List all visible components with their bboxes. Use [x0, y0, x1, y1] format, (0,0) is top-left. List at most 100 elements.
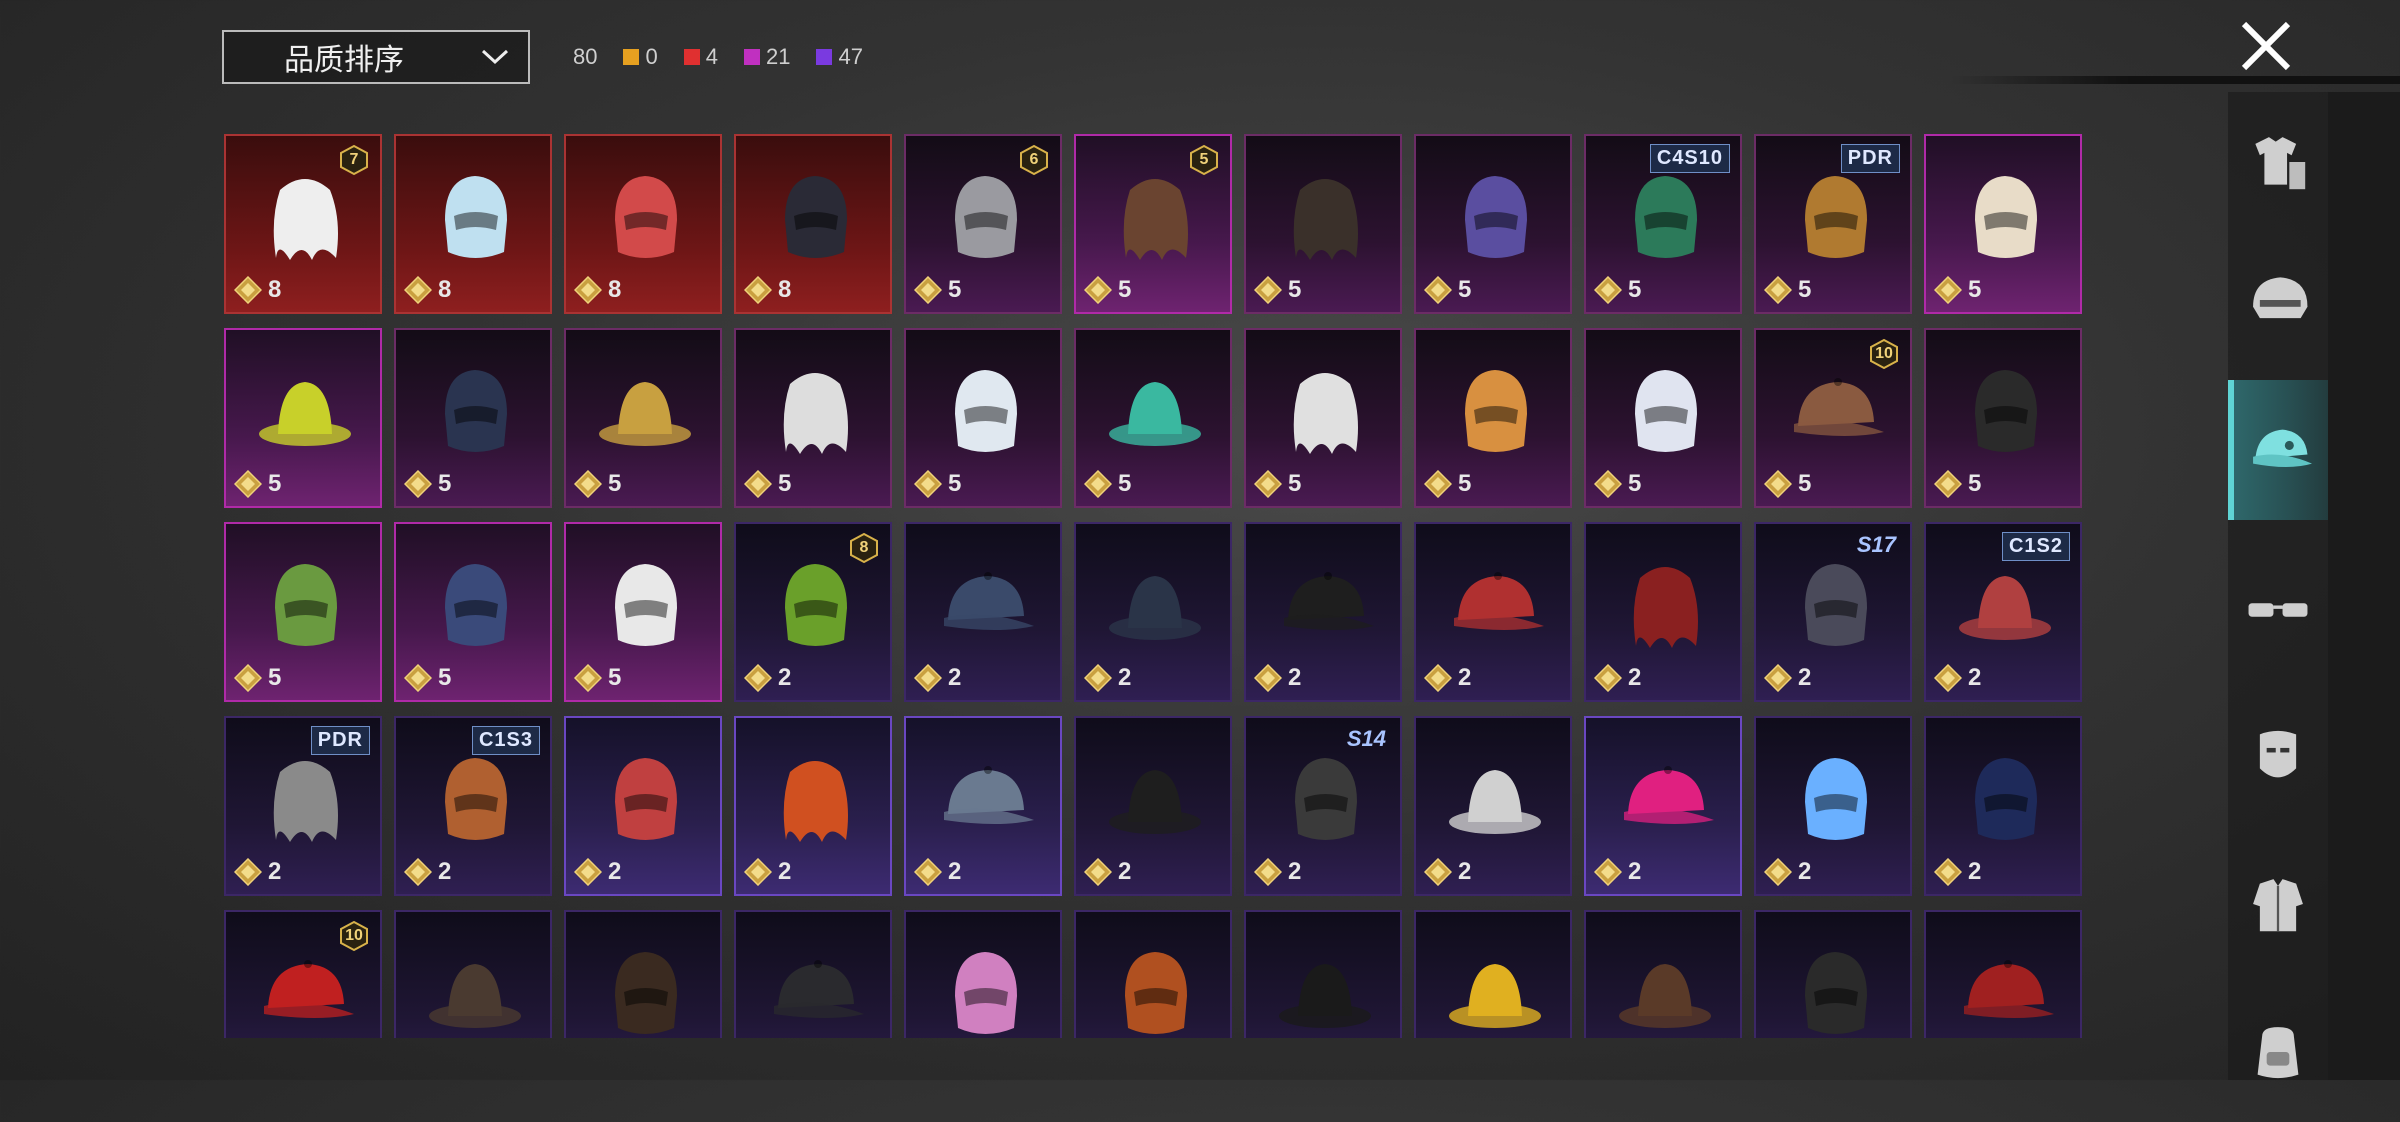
sidebar-edge	[2328, 92, 2400, 1080]
item-value: 2	[1764, 858, 1811, 886]
close-button[interactable]	[2236, 16, 2296, 76]
blue-gold-dragon-mask-icon	[445, 176, 507, 258]
coin-diamond-icon	[1424, 664, 1452, 692]
inventory-item[interactable]: 2	[1244, 522, 1402, 702]
inventory-item[interactable]: 2	[1584, 910, 1742, 1038]
inventory-item[interactable]: 2	[1414, 716, 1572, 896]
item-value-text: 5	[608, 664, 622, 691]
red-fox-mask-icon	[615, 176, 677, 258]
item-value-text: 5	[1968, 470, 1982, 497]
inventory-item[interactable]: 5	[1074, 328, 1232, 508]
coin-diamond-icon	[404, 664, 432, 692]
inventory-item[interactable]: 5 10	[1754, 328, 1912, 508]
inventory-item[interactable]: 2 S14	[1244, 716, 1402, 896]
sidebar-item-jacket[interactable]	[2228, 834, 2328, 974]
inventory-item[interactable]: 5	[1924, 134, 2082, 314]
inventory-item[interactable]: 5	[1924, 328, 2082, 508]
sidebar-item-backpack[interactable]	[2228, 982, 2328, 1122]
item-value-text: 2	[948, 664, 962, 691]
inventory-item[interactable]: 5	[1244, 134, 1402, 314]
item-value-text: 2	[1968, 664, 1982, 691]
dark-cap-icon	[774, 960, 864, 1018]
inventory-item[interactable]: 2	[1414, 910, 1572, 1038]
inventory-item[interactable]: 2	[904, 522, 1062, 702]
season-tag: C1S3	[471, 726, 540, 755]
inventory-item[interactable]: 5	[224, 522, 382, 702]
armor-helmet-icon	[955, 176, 1017, 258]
item-value-text: 2	[1118, 664, 1132, 691]
inventory-item[interactable]: 2 PDR	[224, 716, 382, 896]
horned-helmet-icon	[1805, 564, 1867, 646]
inventory-item[interactable]: 8	[394, 134, 552, 314]
coin-diamond-icon	[234, 664, 262, 692]
inventory-item[interactable]: 5 5	[1074, 134, 1232, 314]
sidebar-item-cap[interactable]	[2228, 380, 2328, 520]
item-value-text: 2	[1288, 664, 1302, 691]
item-value-text: 8	[608, 276, 622, 303]
inventory-item[interactable]: 2	[1074, 910, 1232, 1038]
white-headwrap-icon	[1449, 770, 1541, 834]
inventory-item[interactable]: 2	[904, 716, 1062, 896]
inventory-item[interactable]: 5	[1584, 328, 1742, 508]
inventory-item[interactable]: 5	[1244, 328, 1402, 508]
inventory-item[interactable]: 2	[734, 716, 892, 896]
item-value-text: 5	[1118, 470, 1132, 497]
inventory-item[interactable]: 2	[1584, 522, 1742, 702]
inventory-item[interactable]: 2	[904, 910, 1062, 1038]
inventory-item[interactable]: 5 6	[904, 134, 1062, 314]
red-hair-hat-icon	[1633, 567, 1698, 648]
inventory-item[interactable]: 2 10	[224, 910, 382, 1038]
white-blue-helmet-icon	[1635, 370, 1697, 452]
inventory-item[interactable]: 2	[734, 910, 892, 1038]
yellow-bucket-icon	[1449, 964, 1541, 1028]
sidebar-item-sunglasses[interactable]	[2228, 540, 2328, 680]
inventory-item[interactable]: 5	[394, 328, 552, 508]
quality-counts: 80 0 4 21 47	[573, 44, 863, 70]
inventory-item[interactable]: 5	[734, 328, 892, 508]
inventory-item[interactable]: 2 C1S3	[394, 716, 552, 896]
inventory-item[interactable]: 8	[564, 134, 722, 314]
inventory-item[interactable]: 5	[564, 522, 722, 702]
item-value-text: 5	[948, 470, 962, 497]
inventory-item[interactable]: 2	[1754, 910, 1912, 1038]
inventory-item[interactable]: 2	[1584, 716, 1742, 896]
inventory-item[interactable]: 2	[564, 910, 722, 1038]
item-value: 5	[574, 470, 621, 498]
inventory-item[interactable]: 5	[904, 328, 1062, 508]
inventory-item[interactable]: 2	[1244, 910, 1402, 1038]
inventory-item[interactable]: 5	[1414, 328, 1572, 508]
inventory-item[interactable]: 2	[1924, 910, 2082, 1038]
sidebar-item-outfit[interactable]	[2228, 92, 2328, 232]
sidebar-item-mask[interactable]	[2228, 687, 2328, 827]
sidebar-item-helmet[interactable]	[2228, 230, 2328, 370]
item-value-text: 5	[1118, 276, 1132, 303]
inventory-item[interactable]: 5	[1414, 134, 1572, 314]
inventory-item[interactable]: 5 C4S10	[1584, 134, 1742, 314]
item-value-text: 5	[778, 470, 792, 497]
inventory-item[interactable]: 2	[1924, 716, 2082, 896]
coin-diamond-icon	[1594, 276, 1622, 304]
inventory-item[interactable]: 2	[394, 910, 552, 1038]
inventory-item[interactable]: 2	[1074, 522, 1232, 702]
inventory-item[interactable]: 2	[1074, 716, 1232, 896]
inventory-item[interactable]: 2	[564, 716, 722, 896]
item-value-text: 5	[608, 470, 622, 497]
inventory-item[interactable]: 5	[224, 328, 382, 508]
inventory-item[interactable]: 2 8	[734, 522, 892, 702]
inventory-item[interactable]: 8	[734, 134, 892, 314]
inventory-item[interactable]: 2	[1414, 522, 1572, 702]
item-value: 5	[234, 664, 281, 692]
inventory-item[interactable]: 5	[394, 522, 552, 702]
inventory-item[interactable]: 5 PDR	[1754, 134, 1912, 314]
inventory-item[interactable]: 5	[564, 328, 722, 508]
inventory-item[interactable]: 8 7	[224, 134, 382, 314]
coin-diamond-icon	[1934, 664, 1962, 692]
coin-diamond-icon	[234, 276, 262, 304]
coin-diamond-icon	[574, 470, 602, 498]
inventory-item[interactable]: 2 C1S2	[1924, 522, 2082, 702]
inventory-item[interactable]: 2 S17	[1754, 522, 1912, 702]
inventory-item[interactable]: 2	[1754, 716, 1912, 896]
sort-dropdown[interactable]: 品质排序	[222, 30, 530, 84]
item-value: 5	[404, 664, 451, 692]
red-beret-icon	[1964, 960, 2054, 1018]
